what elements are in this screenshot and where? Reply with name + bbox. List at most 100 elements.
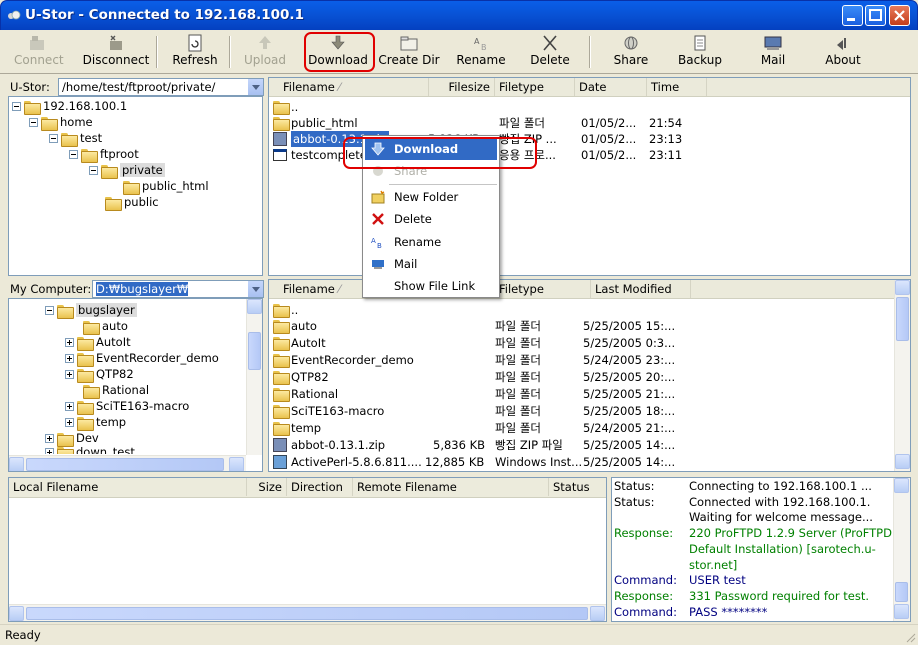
tree-item-autoit[interactable]: AutoIt <box>65 334 131 351</box>
collapse-icon[interactable] <box>12 102 21 111</box>
col-filename[interactable]: Filename ⁄ <box>269 78 429 96</box>
tree-item-public-html[interactable]: public_html <box>123 178 209 195</box>
queue-hscroll[interactable] <box>9 604 606 621</box>
title-bar[interactable]: U-Stor - Connected to 192.168.100.1 <box>0 0 918 30</box>
collapse-icon[interactable] <box>29 118 38 127</box>
local-list-vscroll[interactable] <box>894 280 910 471</box>
scroll-right-icon[interactable] <box>590 606 605 621</box>
col-local-modified[interactable]: Last Modified <box>591 280 691 298</box>
minimize-button[interactable] <box>842 5 863 26</box>
scroll-left-icon[interactable] <box>9 457 24 471</box>
table-row[interactable]: .. <box>273 99 909 115</box>
scroll-up-icon[interactable] <box>894 478 909 493</box>
mail-button[interactable]: Mail <box>752 32 794 72</box>
scroll-left-icon[interactable] <box>9 606 24 621</box>
expand-icon[interactable] <box>65 370 74 379</box>
backup-button[interactable]: Backup <box>674 32 726 72</box>
tree-item-qtp82[interactable]: QTP82 <box>65 366 134 383</box>
scroll-down-icon[interactable] <box>894 604 909 619</box>
col-remote-filename[interactable]: Remote Filename <box>353 478 549 496</box>
collapse-icon[interactable] <box>45 306 54 315</box>
tree-item-bugslayer[interactable]: bugslayer <box>45 302 137 319</box>
scroll-down-icon[interactable] <box>895 454 910 469</box>
delete-button[interactable]: Delete <box>527 32 573 72</box>
table-row[interactable]: temp 파일 폴더 5/24/2005 21:... <box>273 420 873 436</box>
table-row[interactable]: AutoIt 파일 폴더 5/25/2005 0:3... <box>273 335 873 351</box>
about-button[interactable]: About <box>820 32 866 72</box>
tree-item-home[interactable]: home <box>29 114 93 131</box>
scroll-thumb[interactable] <box>248 332 261 370</box>
tree-item-ftproot[interactable]: ftproot <box>69 146 139 163</box>
share-button[interactable]: Share <box>608 32 654 72</box>
col-date[interactable]: Date <box>575 78 647 96</box>
table-row[interactable]: public_html 파일 폴더 01/05/2... 21:54 <box>273 115 909 131</box>
col-filetype[interactable]: Filetype <box>495 78 575 96</box>
table-row[interactable]: abbot-0.13.1.zip 5,836 KB 빵집 ZIP 파일 5/25/20… <box>273 437 873 453</box>
table-row[interactable]: .. <box>273 302 873 318</box>
scroll-right-icon[interactable] <box>229 457 244 471</box>
chevron-down-icon[interactable] <box>247 281 263 297</box>
expand-icon[interactable] <box>65 402 74 411</box>
col-direction[interactable]: Direction <box>287 478 353 496</box>
expand-icon[interactable] <box>45 434 54 443</box>
table-row[interactable]: auto 파일 폴더 5/25/2005 15:... <box>273 318 873 334</box>
refresh-button[interactable]: Refresh <box>170 32 220 72</box>
chevron-down-icon[interactable] <box>247 79 263 95</box>
rename-button[interactable]: AB Rename <box>454 32 508 72</box>
col-time[interactable]: Time <box>647 78 707 96</box>
tree-item-test[interactable]: test <box>49 130 102 147</box>
tree-item-auto[interactable]: auto <box>83 318 128 335</box>
scroll-thumb[interactable] <box>895 582 908 602</box>
expand-icon[interactable] <box>45 448 54 454</box>
menu-item-show-link[interactable]: Show File Link <box>365 275 497 297</box>
svg-text:A: A <box>474 37 480 46</box>
table-row[interactable]: Rational 파일 폴더 5/25/2005 21:... <box>273 386 873 402</box>
scroll-up-icon[interactable] <box>895 280 910 295</box>
col-status[interactable]: Status <box>549 478 606 496</box>
scroll-thumb[interactable] <box>896 297 909 341</box>
table-row[interactable]: SciTE163-macro 파일 폴더 5/25/2005 18:... <box>273 403 873 419</box>
local-tree-vscroll[interactable] <box>246 299 262 455</box>
collapse-icon[interactable] <box>89 166 98 175</box>
maximize-button[interactable] <box>865 5 886 26</box>
tree-item-temp[interactable]: temp <box>65 414 126 431</box>
scroll-thumb[interactable] <box>26 458 224 471</box>
local-path-combo[interactable]: D:₩bugslayer₩ <box>92 280 264 298</box>
upload-button[interactable]: Upload <box>243 32 287 72</box>
tree-item-server[interactable]: 192.168.100.1 <box>12 98 127 115</box>
menu-item-delete[interactable]: Delete <box>365 208 497 230</box>
menu-item-rename[interactable]: AB Rename <box>365 231 497 253</box>
expand-icon[interactable] <box>65 354 74 363</box>
col-filesize[interactable]: Filesize <box>429 78 495 96</box>
tree-item-public[interactable]: public <box>105 194 159 211</box>
tree-item-rational[interactable]: Rational <box>83 382 149 399</box>
tree-item-eventrecorder[interactable]: EventRecorder_demo <box>65 350 219 367</box>
scroll-up-icon[interactable] <box>247 299 262 314</box>
remote-path-combo[interactable]: /home/test/ftproot/private/ <box>58 78 264 96</box>
resize-grip-icon[interactable] <box>904 631 916 643</box>
local-tree-hscroll[interactable] <box>9 455 246 471</box>
table-row[interactable]: QTP82 파일 폴더 5/25/2005 20:... <box>273 369 873 385</box>
folder-icon <box>81 148 98 163</box>
tree-item-down-test[interactable]: down_test <box>45 444 135 454</box>
col-size[interactable]: Size <box>247 478 287 496</box>
collapse-icon[interactable] <box>69 150 78 159</box>
tree-item-private[interactable]: private <box>89 162 165 179</box>
menu-item-new-folder[interactable]: New Folder <box>365 186 497 208</box>
close-button[interactable] <box>889 5 910 26</box>
expand-icon[interactable] <box>65 418 74 427</box>
scroll-thumb[interactable] <box>26 607 588 620</box>
collapse-icon[interactable] <box>49 134 58 143</box>
folder-icon <box>77 336 94 351</box>
col-local-filename[interactable]: Local Filename <box>9 478 247 496</box>
col-local-filetype[interactable]: Filetype <box>495 280 591 298</box>
disconnect-button[interactable]: Disconnect <box>80 32 152 72</box>
log-vscroll[interactable] <box>893 478 910 621</box>
connect-button[interactable]: Connect <box>14 32 64 72</box>
menu-item-mail[interactable]: Mail <box>365 253 497 275</box>
expand-icon[interactable] <box>65 338 74 347</box>
create-dir-button[interactable]: Create Dir <box>378 32 440 72</box>
table-row[interactable]: ActivePerl-5.8.6.811.... 12,885 KB Windows… <box>273 454 873 470</box>
tree-item-scite[interactable]: SciTE163-macro <box>65 398 189 415</box>
table-row[interactable]: EventRecorder_demo 파일 폴더 5/24/2005 23:... <box>273 352 873 368</box>
